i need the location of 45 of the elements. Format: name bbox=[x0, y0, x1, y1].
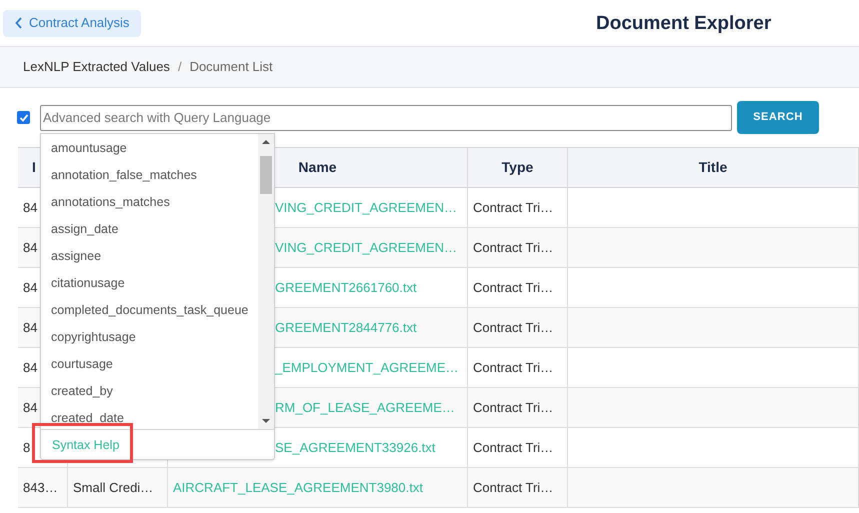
table-cell-text: Contract Tri… bbox=[473, 358, 554, 377]
chevron-left-icon bbox=[15, 17, 23, 29]
table-cell-text: 84 bbox=[23, 238, 38, 257]
dropdown-item[interactable]: created_date bbox=[41, 405, 257, 432]
search-field[interactable]: Advanced search with Query Language bbox=[40, 104, 732, 130]
dropdown-item[interactable]: annotation_false_matches bbox=[41, 162, 257, 189]
breadcrumb-separator: / bbox=[178, 58, 182, 76]
column-header[interactable]: Name bbox=[298, 157, 337, 178]
dropdown-item[interactable]: courtusage bbox=[41, 351, 257, 378]
scrollbar-thumb[interactable] bbox=[260, 156, 272, 194]
table-cell-text: 843… bbox=[23, 478, 58, 497]
table-cell-text: Contract Tri… bbox=[473, 278, 554, 297]
page-title: Document Explorer bbox=[596, 12, 772, 36]
dropdown-item[interactable]: amountusage bbox=[41, 135, 257, 162]
checkbox[interactable] bbox=[17, 111, 30, 124]
table-cell-text: 84 bbox=[23, 318, 38, 337]
scroll-down-icon[interactable] bbox=[262, 418, 270, 424]
column-header[interactable]: Type bbox=[502, 157, 534, 178]
table-cell-text: 84 bbox=[23, 398, 38, 417]
dropdown-item[interactable]: citationusage bbox=[41, 270, 257, 297]
table-cell-text: 8 bbox=[23, 438, 30, 457]
breadcrumb-link[interactable]: LexNLP Extracted Values bbox=[23, 57, 170, 77]
scroll-up-icon[interactable] bbox=[262, 139, 270, 145]
table-cell-text: Contract Tri… bbox=[473, 198, 554, 217]
back-button[interactable]: Contract Analysis bbox=[3, 10, 142, 36]
table-cell-text: Contract Tri… bbox=[473, 398, 554, 417]
column-header[interactable]: Title bbox=[698, 157, 728, 178]
dropdown-item[interactable]: assign_date bbox=[41, 216, 257, 243]
column-header[interactable]: I bbox=[32, 157, 36, 178]
table-cell-text: 84 bbox=[23, 358, 38, 377]
table-cell-text: Contract Tri… bbox=[473, 478, 554, 497]
breadcrumb-current: Document List bbox=[190, 58, 273, 76]
search-button[interactable]: SEARCH bbox=[737, 101, 819, 134]
table-cell-text: Contract Tri… bbox=[473, 238, 554, 257]
dropdown-item[interactable]: created_by bbox=[41, 378, 257, 405]
table-cell-text: Contract Tri… bbox=[473, 318, 554, 337]
table-cell-text: Contract Tri… bbox=[473, 438, 554, 457]
dropdown-item[interactable]: assignee bbox=[41, 243, 257, 270]
table-cell-text: 84 bbox=[23, 198, 38, 217]
table-cell-text: Small Credi… bbox=[73, 478, 154, 497]
scrollbar[interactable] bbox=[258, 134, 274, 429]
dropdown-item[interactable]: copyrightusage bbox=[41, 324, 257, 351]
dropdown-item[interactable]: annotations_matches bbox=[41, 189, 257, 216]
dropdown-item[interactable]: completed_documents_task_queue bbox=[41, 297, 257, 324]
table-cell-text: 84 bbox=[23, 278, 38, 297]
